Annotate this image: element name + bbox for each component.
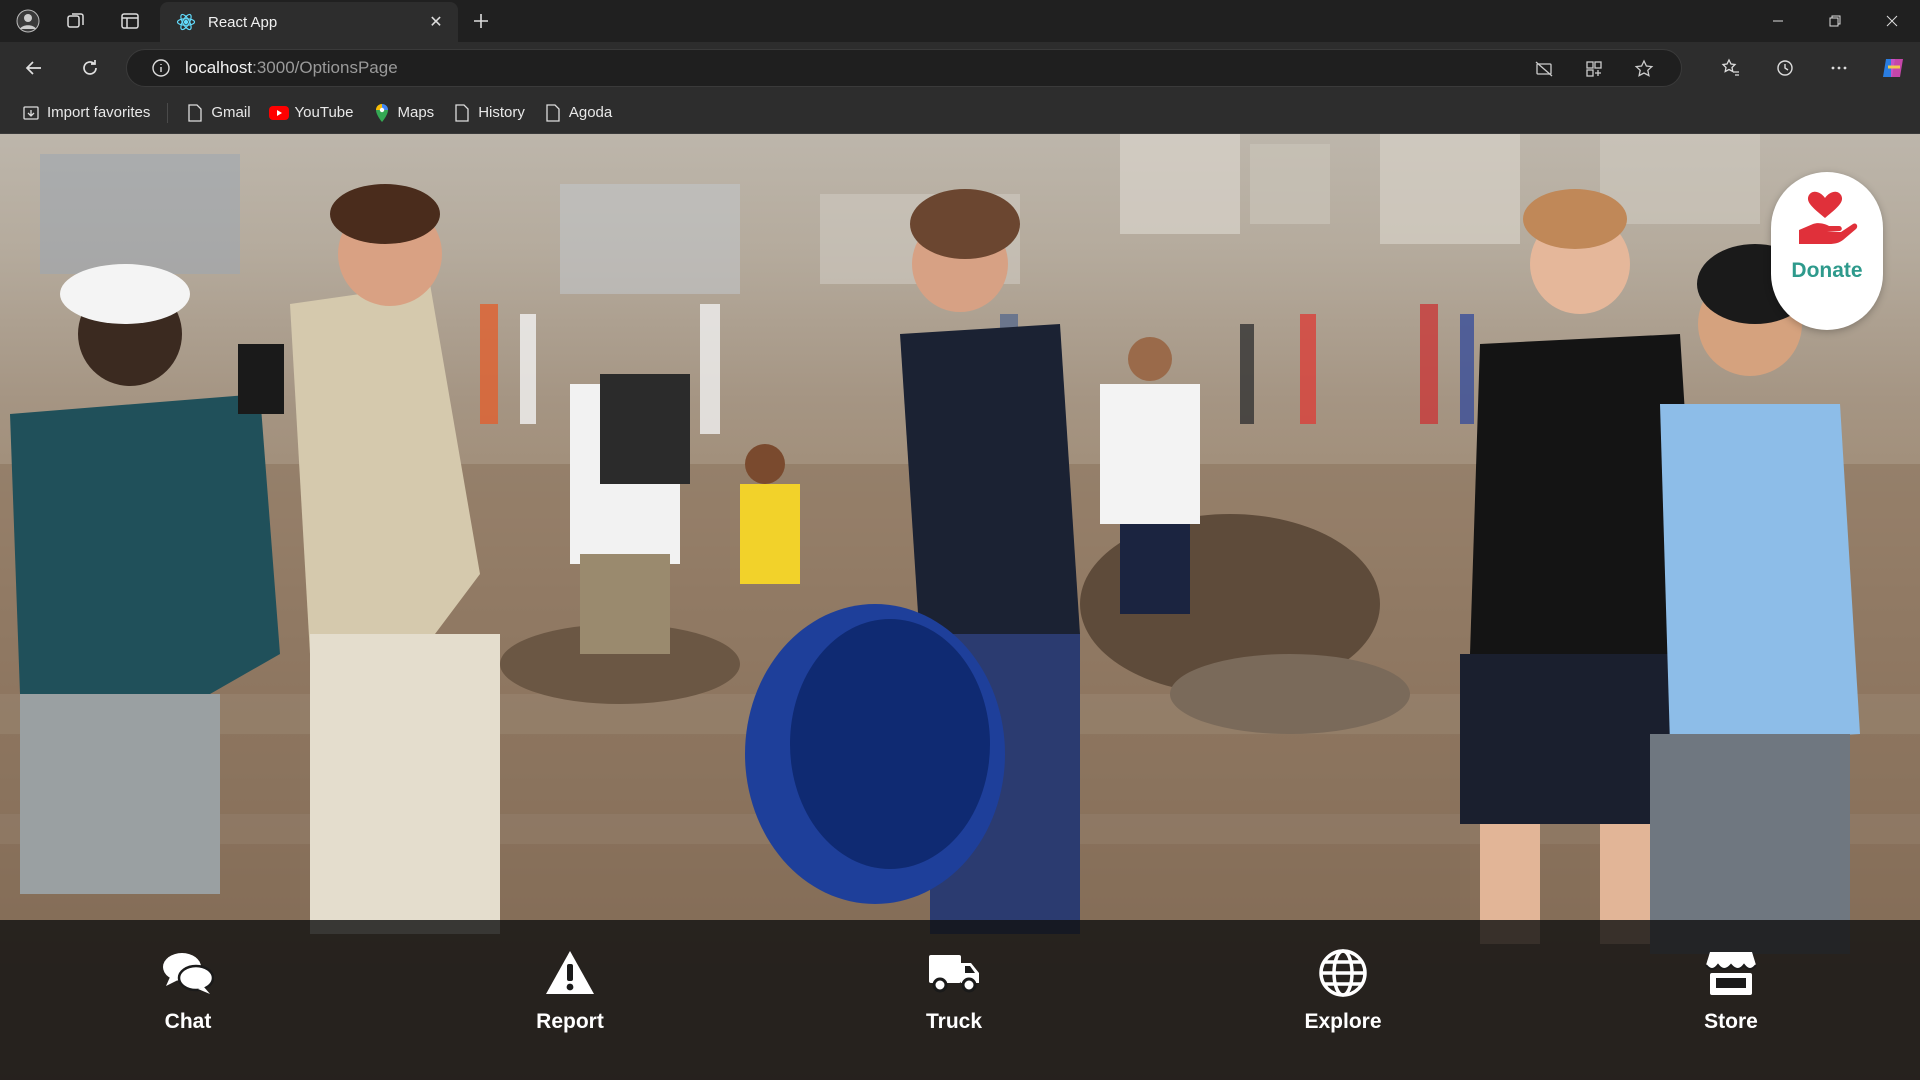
youtube-icon (268, 103, 289, 123)
copilot-icon[interactable] (1866, 50, 1920, 86)
camera-blocked-icon[interactable] (1519, 50, 1569, 88)
new-tab-icon[interactable] (466, 6, 496, 36)
tab-strip: React App ✕ (0, 0, 1920, 42)
nav-explore-button[interactable]: Explore (1263, 920, 1423, 1080)
nav-store-button[interactable]: Store (1651, 920, 1811, 1080)
donate-button[interactable]: Donate (1771, 172, 1883, 330)
apps-icon[interactable] (1569, 50, 1619, 88)
close-window-icon[interactable] (1863, 0, 1920, 42)
bookmark-separator (167, 102, 169, 123)
truck-icon (926, 946, 982, 1000)
bookmark-history[interactable]: History (443, 98, 534, 128)
nav-chat-label: Chat (164, 1010, 212, 1033)
bookmark-gmail[interactable]: Gmail (176, 98, 259, 128)
import-icon (21, 103, 41, 123)
bookmark-youtube[interactable]: YouTube (260, 98, 363, 128)
bookmark-import-favorites[interactable]: Import favorites (12, 98, 159, 128)
favorite-star-icon[interactable] (1619, 50, 1669, 88)
restore-icon[interactable] (1806, 0, 1863, 42)
active-tab[interactable]: React App ✕ (160, 2, 458, 42)
reload-icon[interactable] (72, 50, 108, 86)
bookmark-maps[interactable]: Maps (363, 98, 444, 128)
page-viewport: Donate Chat Report Truck Explore Store (0, 134, 1920, 1080)
back-icon[interactable] (16, 50, 52, 86)
address-bar-row: localhost:3000/OptionsPage (0, 42, 1920, 92)
warning-icon (542, 946, 598, 1000)
history-icon[interactable] (1758, 50, 1812, 86)
close-tab-icon[interactable]: ✕ (424, 10, 448, 34)
nav-explore-label: Explore (1304, 1010, 1382, 1033)
url-text: localhost:3000/OptionsPage (185, 58, 398, 77)
maps-icon (372, 103, 392, 123)
tab-title: React App (208, 13, 278, 31)
page-icon (452, 103, 472, 123)
favorites-bar: Import favorites Gmail YouTube Maps Hist… (0, 92, 1920, 134)
react-logo-icon (176, 12, 196, 32)
minimize-icon[interactable] (1749, 0, 1806, 42)
page-icon (543, 103, 563, 123)
tab-actions-icon[interactable] (108, 0, 152, 42)
workspaces-icon[interactable] (54, 0, 98, 42)
favorites-icon[interactable] (1704, 50, 1758, 86)
page-icon (185, 103, 205, 123)
globe-icon (1315, 946, 1371, 1000)
donate-hand-heart-icon (1795, 190, 1859, 251)
bottom-navigation: Chat Report Truck Explore Store (0, 920, 1920, 1080)
donate-label: Donate (1791, 259, 1863, 282)
more-options-icon[interactable] (1812, 50, 1866, 86)
nav-report-label: Report (536, 1010, 604, 1033)
nav-store-label: Store (1704, 1010, 1758, 1033)
site-info-icon[interactable] (141, 49, 181, 87)
nav-chat-button[interactable]: Chat (108, 920, 268, 1080)
chat-icon (160, 946, 216, 1000)
nav-report-button[interactable]: Report (490, 920, 650, 1080)
profile-icon[interactable] (6, 0, 50, 42)
store-icon (1703, 946, 1759, 1000)
bookmark-agoda[interactable]: Agoda (534, 98, 621, 128)
nav-truck-button[interactable]: Truck (874, 920, 1034, 1080)
url-field[interactable]: localhost:3000/OptionsPage (126, 49, 1682, 87)
nav-truck-label: Truck (925, 1010, 983, 1033)
